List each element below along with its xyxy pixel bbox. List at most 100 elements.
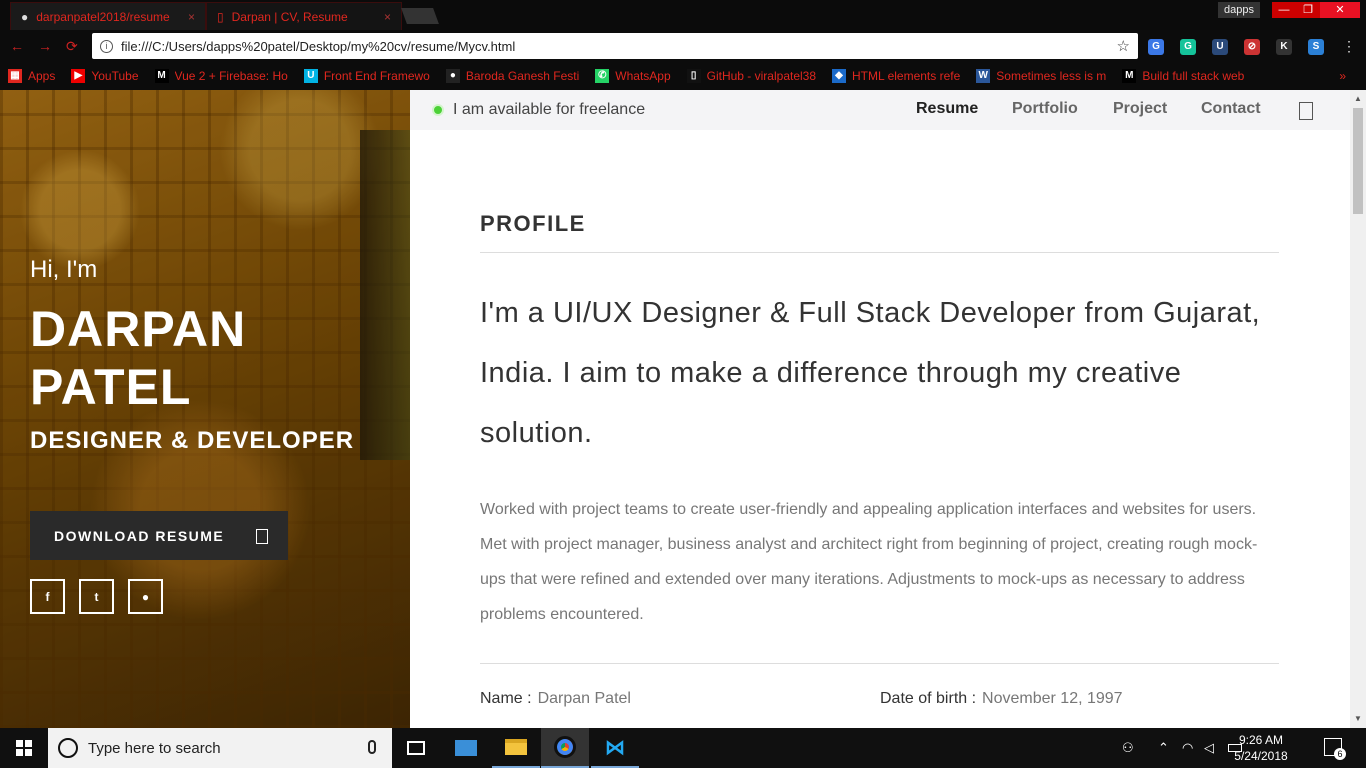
translate-icon[interactable]: G bbox=[1148, 39, 1164, 55]
windows-taskbar: Type here to search ⋈ ⚇ ⌃ ◠ ◁ 9:26 AM 5/… bbox=[0, 728, 1366, 768]
close-window-button[interactable]: ✕ bbox=[1320, 2, 1360, 18]
info-icon[interactable]: i bbox=[100, 39, 113, 53]
facebook-icon[interactable]: f bbox=[30, 579, 65, 614]
bookmark-label: Vue 2 + Firebase: Ho bbox=[174, 69, 288, 83]
wifi-icon[interactable]: ◠ bbox=[1182, 740, 1193, 756]
start-button[interactable] bbox=[0, 728, 48, 768]
twitter-icon[interactable]: t bbox=[79, 579, 114, 614]
bookmark-item[interactable]: U Front End Framewo bbox=[296, 69, 438, 83]
people-icon[interactable]: ⚇ bbox=[1122, 740, 1134, 756]
bookmark-item[interactable]: W Sometimes less is m bbox=[968, 69, 1114, 83]
taskbar-app-chrome[interactable] bbox=[541, 728, 589, 768]
bookmark-item[interactable]: ▶ YouTube bbox=[63, 69, 146, 83]
nav-resume[interactable]: Resume bbox=[916, 100, 978, 118]
task-view-button[interactable] bbox=[392, 728, 440, 768]
freelance-text: I am available for freelance bbox=[453, 101, 646, 118]
bookmark-item[interactable]: ▯ GitHub - viralpatel38 bbox=[679, 69, 824, 83]
new-tab-button[interactable] bbox=[401, 8, 439, 24]
search-placeholder: Type here to search bbox=[88, 739, 221, 757]
restore-button[interactable]: ❐ bbox=[1296, 2, 1320, 18]
scroll-up-icon[interactable]: ▲ bbox=[1354, 94, 1362, 103]
scroll-thumb[interactable] bbox=[1353, 108, 1363, 214]
back-icon[interactable]: ← bbox=[10, 38, 24, 54]
tab-github-resume[interactable]: ● darpanpatel2018/resume × bbox=[10, 2, 206, 30]
bookmark-item[interactable]: ◆ HTML elements refe bbox=[824, 69, 968, 83]
k-icon[interactable]: K bbox=[1276, 39, 1292, 55]
profile-body: Worked with project teams to create user… bbox=[480, 501, 1258, 623]
clock-date: 5/24/2018 bbox=[1234, 749, 1288, 763]
bookmark-label: Apps bbox=[28, 69, 56, 83]
taskbar-app-vscode[interactable]: ⋈ bbox=[591, 728, 639, 768]
block-icon[interactable]: ⊘ bbox=[1244, 39, 1260, 55]
social-links: f t ● bbox=[30, 579, 163, 614]
tab-title: Darpan | CV, Resume bbox=[231, 9, 348, 24]
nav-portfolio[interactable]: Portfolio bbox=[1012, 100, 1078, 118]
browser-tab-strip: ● darpanpatel2018/resume × ▯ Darpan | CV… bbox=[0, 0, 1366, 30]
vscode-icon: ⋈ bbox=[605, 736, 625, 759]
field-value: Darpan Patel bbox=[537, 690, 631, 707]
document-icon bbox=[256, 529, 268, 544]
divider bbox=[480, 663, 1279, 664]
page-scrollbar[interactable]: ▲ ▼ bbox=[1350, 90, 1366, 728]
hero-role: DESIGNER & DEVELOPER bbox=[30, 427, 355, 454]
apps-icon: ▦ bbox=[8, 69, 22, 83]
bookmark-item[interactable]: M Vue 2 + Firebase: Ho bbox=[147, 69, 296, 83]
bookmark-star-icon[interactable]: ☆ bbox=[1117, 37, 1130, 55]
bookmark-item[interactable]: ✆ WhatsApp bbox=[587, 69, 678, 83]
hero-panel: Hi, I'm DARPAN PATEL DESIGNER & DEVELOPE… bbox=[0, 90, 410, 728]
download-resume-button[interactable]: DOWNLOAD RESUME bbox=[30, 511, 288, 560]
folder-icon bbox=[505, 739, 527, 755]
top-nav-bar: I am available for freelance Resume Port… bbox=[410, 90, 1350, 130]
nav-contact[interactable]: Contact bbox=[1201, 100, 1261, 118]
profile-button[interactable]: dapps bbox=[1218, 2, 1260, 18]
grammarly-icon[interactable]: G bbox=[1180, 39, 1196, 55]
unsplash-icon[interactable]: U bbox=[1212, 39, 1228, 55]
s-icon[interactable]: S bbox=[1308, 39, 1324, 55]
word-icon: W bbox=[976, 69, 991, 83]
tab-close-icon[interactable]: × bbox=[188, 10, 195, 24]
menu-icon[interactable]: ⋮ bbox=[1342, 38, 1356, 55]
volume-icon[interactable]: ◁ bbox=[1204, 740, 1214, 756]
tab-title: darpanpatel2018/resume bbox=[36, 9, 170, 24]
bookmark-item[interactable]: ▦ Apps bbox=[0, 69, 63, 83]
taskbar-app-files[interactable] bbox=[492, 728, 540, 768]
taskbar-clock[interactable]: 9:26 AM 5/24/2018 bbox=[1226, 732, 1296, 764]
bookmark-item[interactable]: ● Baroda Ganesh Festi bbox=[438, 69, 587, 83]
whatsapp-icon: ✆ bbox=[595, 69, 610, 83]
forward-icon[interactable]: → bbox=[38, 38, 52, 54]
nav-project[interactable]: Project bbox=[1113, 100, 1167, 118]
page-icon: ▯ bbox=[686, 69, 701, 83]
reload-icon[interactable]: ⟳ bbox=[66, 38, 78, 55]
tab-close-icon[interactable]: × bbox=[384, 10, 391, 24]
bookmark-item[interactable]: M Build full stack web bbox=[1114, 69, 1252, 83]
bookmarks-bar: ▦ Apps ▶ YouTube M Vue 2 + Firebase: Ho U Front… bbox=[0, 62, 1366, 90]
menu-toggle-icon[interactable] bbox=[1299, 102, 1313, 120]
clock-time: 9:26 AM bbox=[1238, 733, 1284, 747]
bookmark-label: Front End Framewo bbox=[323, 69, 430, 83]
status-dot-icon bbox=[432, 104, 444, 116]
download-resume-label: DOWNLOAD RESUME bbox=[54, 527, 225, 544]
dob-field: Date of birth : November 12, 1997 bbox=[880, 690, 1123, 708]
tab-darpan-cv[interactable]: ▯ Darpan | CV, Resume × bbox=[206, 2, 402, 30]
profile-lead: I'm a UI/UX Designer & Full Stack Develo… bbox=[480, 297, 1261, 449]
task-view-icon bbox=[407, 741, 425, 755]
cortana-icon bbox=[58, 738, 78, 758]
microphone-icon[interactable] bbox=[368, 740, 376, 754]
github-icon: ● bbox=[21, 9, 29, 24]
action-center-icon[interactable]: 6 bbox=[1324, 738, 1346, 760]
chevron-up-icon[interactable]: ⌃ bbox=[1158, 740, 1169, 756]
scroll-down-icon[interactable]: ▼ bbox=[1354, 714, 1362, 723]
divider bbox=[480, 252, 1279, 253]
desktop-app-icon bbox=[455, 740, 477, 756]
bookmarks-overflow-icon[interactable]: » bbox=[1339, 69, 1366, 83]
taskbar-search[interactable]: Type here to search bbox=[48, 728, 392, 768]
windows-logo-icon bbox=[16, 740, 32, 756]
section-title: PROFILE bbox=[480, 211, 586, 236]
hero-greeting: Hi, I'm bbox=[30, 256, 98, 283]
github-icon[interactable]: ● bbox=[128, 579, 163, 614]
taskbar-app-explorer[interactable] bbox=[442, 728, 490, 768]
address-bar[interactable]: i file:///C:/Users/dapps%20patel/Desktop… bbox=[92, 33, 1138, 59]
minimize-button[interactable]: — bbox=[1272, 2, 1296, 18]
youtube-icon: ▶ bbox=[71, 69, 86, 83]
medium-icon-2: M bbox=[1122, 69, 1137, 83]
